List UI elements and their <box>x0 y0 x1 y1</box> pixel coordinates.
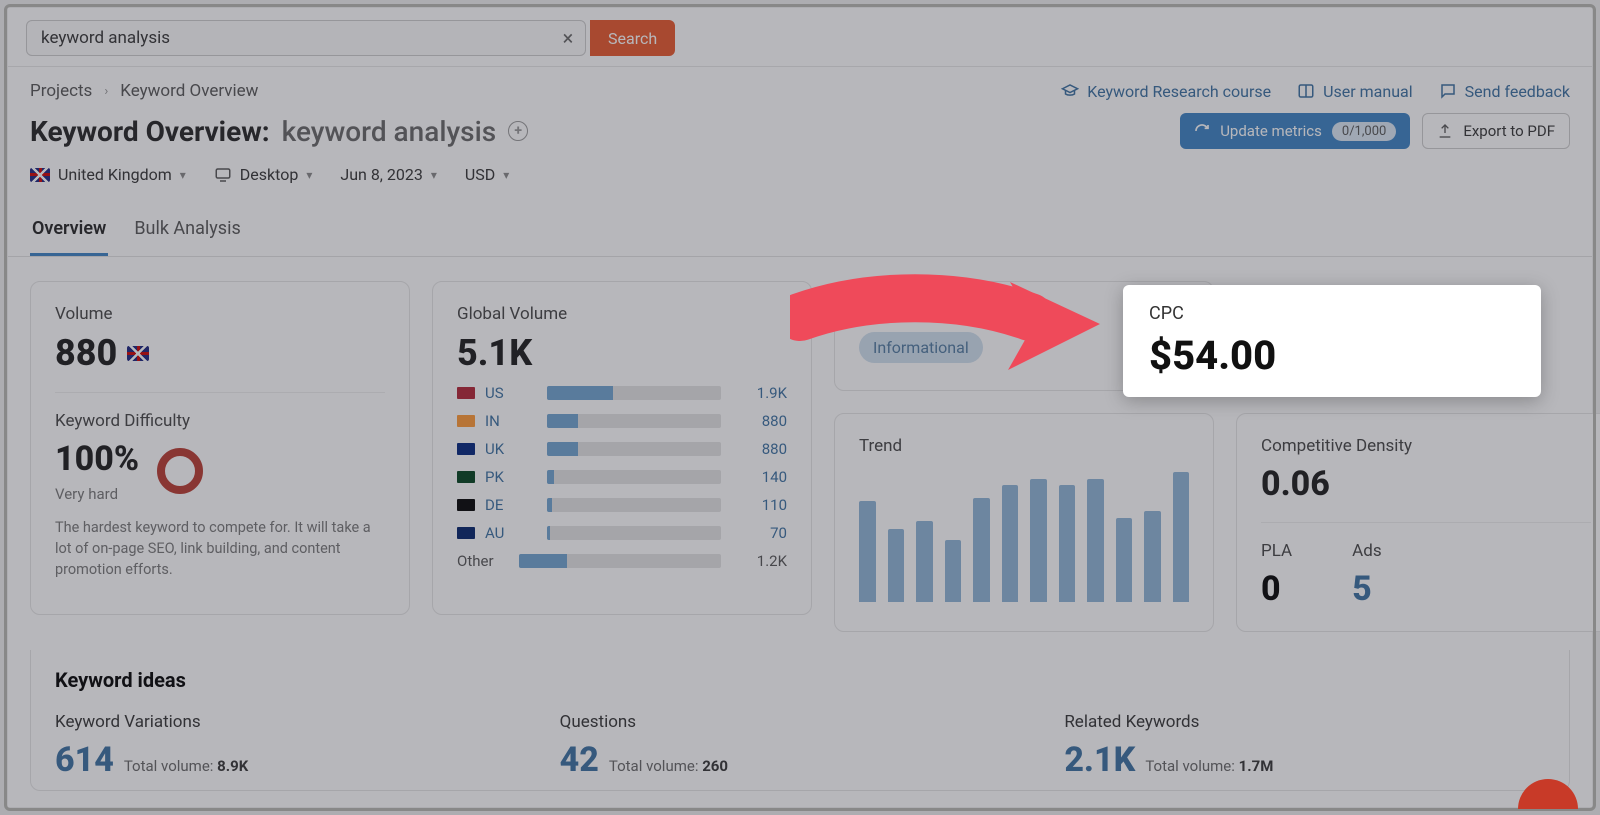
link-feedback[interactable]: Send feedback <box>1439 82 1570 101</box>
chevron-down-icon: ▾ <box>180 168 186 182</box>
ads-label: Ads <box>1352 541 1381 561</box>
flag-icon <box>457 471 475 483</box>
search-button[interactable]: Search <box>590 20 675 56</box>
chat-icon <box>1439 82 1457 100</box>
trend-bar <box>945 540 962 602</box>
chevron-down-icon: ▾ <box>431 168 437 182</box>
kd-description: The hardest keyword to compete for. It w… <box>55 517 385 580</box>
questions-count[interactable]: 42 <box>560 740 599 780</box>
card-keyword-ideas: Keyword ideas Keyword Variations 614 Tot… <box>30 650 1570 791</box>
refresh-icon <box>1194 123 1210 139</box>
cpc-value: $54.00 <box>1149 332 1515 379</box>
add-keyword-button[interactable]: + <box>508 121 528 141</box>
export-pdf-button[interactable]: Export to PDF <box>1422 113 1570 149</box>
kd-value: 100% <box>55 439 139 479</box>
comp-density-value: 0.06 <box>1261 464 1330 504</box>
gv-row[interactable]: DE 110 <box>457 496 787 514</box>
page-keyword: keyword analysis <box>282 115 496 148</box>
idea-questions: Questions 42 Total volume: 260 <box>560 712 1041 780</box>
chevron-right-icon: › <box>104 84 108 99</box>
trend-bar <box>1173 472 1190 602</box>
update-metrics-button[interactable]: Update metrics 0/1,000 <box>1180 113 1410 149</box>
filter-date[interactable]: Jun 8, 2023▾ <box>340 165 437 184</box>
breadcrumb-current: Keyword Overview <box>120 81 258 101</box>
link-manual[interactable]: User manual <box>1297 82 1413 101</box>
trend-bar <box>1030 479 1047 603</box>
chevron-down-icon: ▾ <box>503 168 509 182</box>
kd-rating: Very hard <box>55 485 139 503</box>
clear-icon[interactable]: × <box>551 26 585 50</box>
kd-label: Keyword Difficulty <box>55 411 385 431</box>
difficulty-donut-icon <box>157 448 203 494</box>
filter-currency[interactable]: USD▾ <box>465 165 509 184</box>
update-count-badge: 0/1,000 <box>1332 122 1396 141</box>
trend-bar <box>888 529 905 602</box>
card-competitive-density: Competitive Density 0.06 PLA 0 Ads 5 <box>1236 413 1600 632</box>
flag-icon <box>457 443 475 455</box>
gv-other-label: Other <box>457 552 509 570</box>
ads-value[interactable]: 5 <box>1352 569 1381 609</box>
filter-country[interactable]: United Kingdom▾ <box>30 165 186 184</box>
gv-row[interactable]: AU 70 <box>457 524 787 542</box>
pla-label: PLA <box>1261 541 1292 561</box>
link-course[interactable]: Keyword Research course <box>1061 82 1271 101</box>
trend-bar <box>1059 485 1076 602</box>
volume-label: Volume <box>55 304 385 324</box>
trend-bar <box>859 501 876 602</box>
global-volume-label: Global Volume <box>457 304 787 324</box>
gv-row[interactable]: IN 880 <box>457 412 787 430</box>
desktop-icon <box>214 166 232 184</box>
upload-icon <box>1437 123 1453 139</box>
flag-icon <box>457 527 475 539</box>
gv-row[interactable]: PK 140 <box>457 468 787 486</box>
chevron-down-icon: ▾ <box>306 168 312 182</box>
page-title: Keyword Overview: <box>30 115 270 148</box>
trend-label: Trend <box>859 436 1189 456</box>
card-global-volume: Global Volume 5.1K US 1.9K IN 880 UK 880… <box>432 281 812 615</box>
book-icon <box>1297 82 1315 100</box>
trend-bar <box>973 498 990 602</box>
gv-row[interactable]: UK 880 <box>457 440 787 458</box>
card-cpc: CPC $54.00 <box>1123 285 1541 397</box>
comp-density-label: Competitive Density <box>1261 436 1591 456</box>
cpc-label: CPC <box>1149 303 1515 324</box>
gv-row[interactable]: US 1.9K <box>457 384 787 402</box>
flag-icon <box>457 499 475 511</box>
pla-value: 0 <box>1261 569 1292 609</box>
idea-variations: Keyword Variations 614 Total volume: 8.9… <box>55 712 536 780</box>
trend-bar <box>1087 479 1104 603</box>
search-field[interactable]: × <box>26 20 586 56</box>
tab-overview[interactable]: Overview <box>30 208 108 256</box>
trend-bar <box>1144 511 1161 602</box>
intent-badge: Informational <box>859 332 983 363</box>
variations-count[interactable]: 614 <box>55 740 114 780</box>
breadcrumb-root[interactable]: Projects <box>30 81 92 101</box>
trend-bar <box>1116 518 1133 603</box>
uk-flag-icon <box>127 346 149 361</box>
card-volume: Volume 880 Keyword Difficulty 100% Very … <box>30 281 410 615</box>
idea-related: Related Keywords 2.1K Total volume: 1.7M <box>1064 712 1545 780</box>
tab-bulk-analysis[interactable]: Bulk Analysis <box>132 208 242 256</box>
related-count[interactable]: 2.1K <box>1064 740 1135 780</box>
global-volume-value: 5.1K <box>457 332 532 374</box>
search-input[interactable] <box>27 28 551 48</box>
flag-icon <box>457 415 475 427</box>
graduation-icon <box>1061 82 1079 100</box>
volume-value: 880 <box>55 332 117 374</box>
breadcrumb: Projects › Keyword Overview <box>30 81 258 101</box>
filter-device[interactable]: Desktop▾ <box>214 165 313 184</box>
card-trend: Trend <box>834 413 1214 632</box>
trend-bar <box>916 521 933 602</box>
flag-icon <box>457 387 475 399</box>
ideas-title: Keyword ideas <box>55 668 1545 692</box>
trend-chart <box>859 472 1189 602</box>
uk-flag-icon <box>30 168 50 182</box>
trend-bar <box>1002 485 1019 602</box>
gv-other-val: 1.2K <box>731 552 787 570</box>
